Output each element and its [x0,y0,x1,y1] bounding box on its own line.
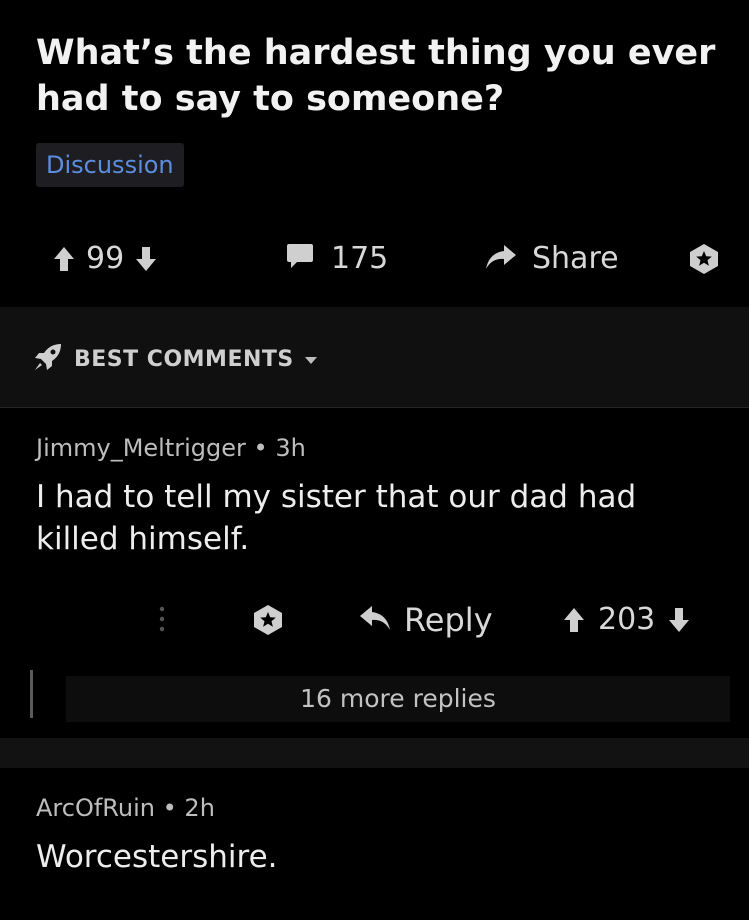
comment-actions: Reply 203 [0,590,749,650]
upvote-icon[interactable] [562,606,586,634]
sort-dropdown[interactable]: BEST COMMENTS [32,339,318,379]
comment-age: 2h [184,794,215,822]
reply-button[interactable]: Reply [358,596,493,644]
post-flair[interactable]: Discussion [36,143,184,187]
share-button[interactable]: Share [484,237,619,281]
reply-label: Reply [404,601,493,639]
comment-score: 203 [598,602,656,637]
award-icon[interactable] [688,243,720,275]
comment-author[interactable]: Jimmy_Meltrigger [36,434,246,462]
post-vote-group: 99 [52,237,158,281]
downvote-icon[interactable] [134,245,158,273]
post-header: What’s the hardest thing you ever had to… [0,0,749,215]
sort-bar: BEST COMMENTS [0,307,749,408]
reply-arrow-icon [358,604,392,636]
comment-meta: ArcOfRuin • 2h [36,794,215,822]
comment-age: 3h [275,434,306,462]
downvote-icon[interactable] [667,606,691,634]
meta-separator: • [162,794,177,822]
caret-down-icon [304,350,318,369]
post-score: 99 [86,241,125,276]
post-title[interactable]: What’s the hardest thing you ever had to… [36,30,726,122]
comment-bubble-icon [285,243,315,275]
comment-body: I had to tell my sister that our dad had… [36,479,637,557]
meta-separator: • [253,434,268,462]
comment-vote-group: 203 [562,596,691,644]
comment-divider [0,738,749,768]
share-label: Share [532,241,619,276]
rocket-icon [32,341,64,377]
comments-button[interactable]: 175 [285,237,388,281]
post-action-bar: 99 175 Share [0,215,749,307]
more-options-icon[interactable] [152,602,172,638]
share-arrow-icon [484,243,518,275]
comment-meta: Jimmy_Meltrigger • 3h [36,434,306,462]
upvote-icon[interactable] [52,245,76,273]
award-icon[interactable] [252,604,284,636]
comment-count: 175 [331,241,389,276]
comment-author[interactable]: ArcOfRuin [36,794,155,822]
comment-body: Worcestershire. [36,839,278,875]
comment: ArcOfRuin • 2h Worcestershire. [0,768,749,920]
more-replies-button[interactable]: 16 more replies [66,676,730,722]
sort-label: BEST COMMENTS [74,346,294,372]
thread-line[interactable] [30,670,33,718]
comment: Jimmy_Meltrigger • 3h I had to tell my s… [0,408,749,738]
